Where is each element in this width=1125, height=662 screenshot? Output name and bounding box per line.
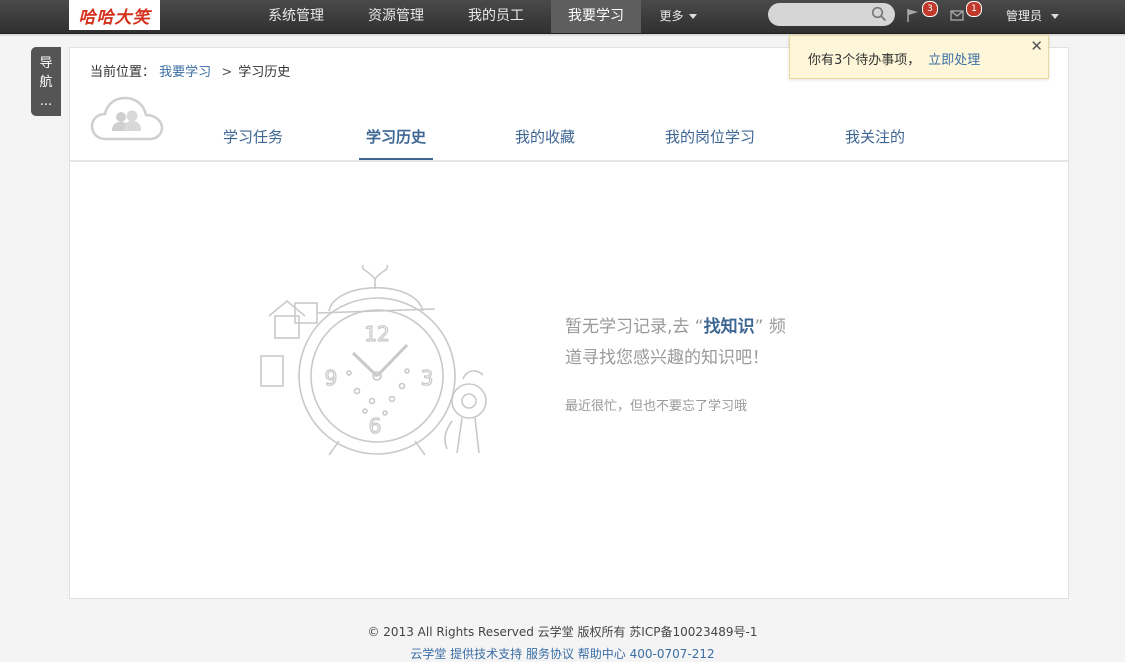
breadcrumb-separator: > — [221, 65, 233, 80]
empty-state-line1: 暂无学习记录,去 “ — [565, 317, 704, 337]
side-nav-toggle[interactable]: 导 航 ... — [31, 47, 61, 116]
nav-item-i-want-to-learn[interactable]: 我要学习 — [551, 0, 641, 33]
todo-message: 你有3个待办事项， — [808, 53, 921, 68]
footer-links[interactable]: 云学堂 提供技术支持 服务协议 帮助中心 400-0707-212 — [0, 645, 1125, 662]
breadcrumb-parent-link[interactable]: 我要学习 — [159, 65, 211, 80]
footer-copyright: © 2013 All Rights Reserved 云学堂 版权所有 苏ICP… — [367, 625, 758, 639]
chevron-down-icon — [688, 14, 697, 19]
tab-learning-tasks[interactable]: 学习任务 — [220, 126, 286, 161]
clock-number: 6 — [369, 414, 382, 438]
breadcrumb: 当前位置： 我要学习 > 学习历史 — [90, 61, 290, 80]
clock-number: 12 — [364, 322, 389, 346]
user-name: 管理员 — [1006, 9, 1043, 23]
mail-count-badge: 1 — [966, 1, 982, 17]
empty-state-line1-tail: ” 频 — [754, 317, 786, 337]
search-icon[interactable] — [871, 6, 887, 22]
nav-item-my-employees[interactable]: 我的员工 — [452, 0, 540, 33]
todo-notification-text: 你有3个待办事项， 立即处理 — [808, 49, 980, 68]
empty-state-line2: 道寻找您感兴趣的知识吧！ — [565, 348, 769, 368]
empty-state-subtext: 最近很忙，但也不要忘了学习哦 — [565, 399, 748, 414]
top-navigation-bar: 哈哈大笑 系统管理 资源管理 我的员工 我要学习 更多 3 1 管理员 — [0, 0, 1125, 34]
tab-my-favorites[interactable]: 我的收藏 — [512, 126, 578, 161]
clock-number: 9 — [325, 366, 338, 390]
nav-item-system-management[interactable]: 系统管理 — [252, 0, 340, 33]
find-knowledge-link[interactable]: 找知识 — [704, 317, 755, 337]
nav-more-dropdown[interactable]: 更多 — [652, 0, 704, 33]
main-panel: 当前位置： 我要学习 > 学习历史 学习任务 学习历史 我的收藏 我的岗位学习 我… — [69, 47, 1069, 599]
user-menu[interactable]: 管理员 — [1006, 0, 1060, 33]
tab-learning-history[interactable]: 学习历史 — [359, 126, 433, 161]
side-nav-char: 航 — [39, 75, 53, 90]
todo-notification: 你有3个待办事项， 立即处理 ✕ — [789, 35, 1049, 79]
chevron-down-icon — [1051, 14, 1060, 19]
empty-state-message: 暂无学习记录,去 “找知识” 频 道寻找您感兴趣的知识吧！ — [565, 312, 810, 374]
tab-my-follows[interactable]: 我关注的 — [842, 126, 908, 161]
flag-icon[interactable] — [906, 8, 920, 22]
clock-number: 3 — [421, 366, 434, 390]
nav-item-resource-management[interactable]: 资源管理 — [352, 0, 440, 33]
tab-my-position-learning[interactable]: 我的岗位学习 — [661, 126, 759, 161]
close-icon[interactable]: ✕ — [1030, 37, 1043, 55]
side-nav-char: ... — [39, 94, 53, 109]
breadcrumb-prefix: 当前位置： — [90, 65, 156, 80]
flag-count-badge: 3 — [922, 1, 938, 17]
handle-now-link[interactable]: 立即处理 — [928, 53, 980, 68]
side-nav-char: 导 — [39, 56, 53, 71]
breadcrumb-current: 学习历史 — [238, 65, 291, 80]
tabs-divider — [70, 160, 1068, 162]
brand-logo[interactable]: 哈哈大笑 — [69, 0, 160, 30]
learning-tabs: 学习任务 学习历史 我的收藏 我的岗位学习 我关注的 — [70, 108, 1068, 162]
mail-icon[interactable] — [950, 8, 964, 22]
alarm-clock-illustration: 12 3 6 9 — [260, 264, 487, 456]
nav-more-label: 更多 — [659, 9, 684, 23]
